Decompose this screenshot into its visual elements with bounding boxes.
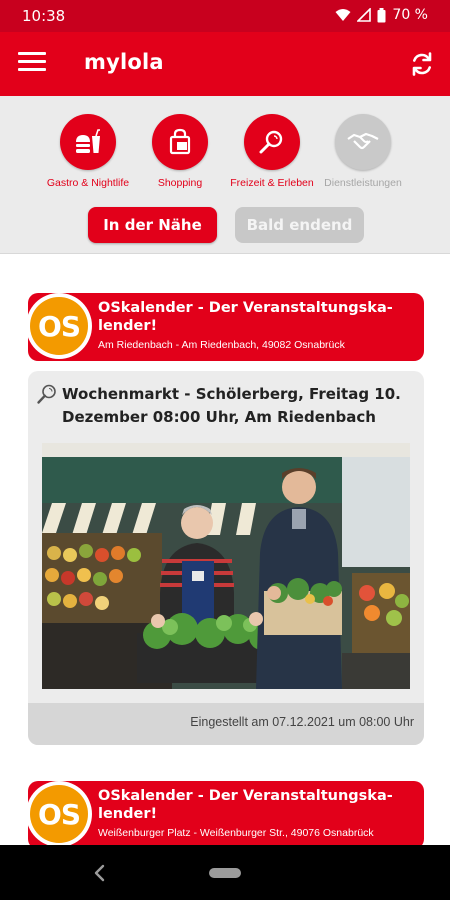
home-button[interactable]	[209, 868, 241, 878]
filter-ending-soon-button[interactable]: Bald endend	[235, 207, 364, 243]
category-gastro-nightlife[interactable]: Gastro & Nightlife	[38, 114, 138, 189]
handshake-icon	[335, 114, 391, 170]
magnifier-icon	[37, 384, 56, 404]
system-navigation-bar	[0, 845, 450, 900]
source-name: OSkalender - Der Veranstaltungska-lender…	[98, 300, 393, 334]
source-header[interactable]: OS OSkalender - Der Veranstaltungska-len…	[26, 293, 424, 361]
category-dienstleistungen[interactable]: Dienstleistungen	[313, 114, 413, 189]
source-address: Weißenburger Platz - Weißenburger Str., …	[98, 827, 374, 839]
filter-nearby-button[interactable]: In der Nähe	[88, 207, 217, 243]
category-freizeit-erleben[interactable]: Freizeit & Erleben	[222, 114, 322, 189]
magnifier-icon	[244, 114, 300, 170]
source-name: OSkalender - Der Veranstaltungska-lender…	[98, 788, 393, 822]
hamburger-menu-icon[interactable]	[18, 52, 46, 76]
event-photo[interactable]	[42, 443, 410, 689]
wifi-icon	[335, 9, 351, 21]
category-shopping[interactable]: Shopping	[130, 114, 230, 189]
source-address: Am Riedenbach - Am Riedenbach, 49082 Osn…	[98, 339, 345, 351]
refresh-icon[interactable]	[408, 50, 436, 78]
category-label: Dienstleistungen	[324, 177, 402, 189]
category-label: Freizeit & Erleben	[230, 177, 314, 189]
oskalender-logo: OS	[26, 781, 92, 845]
battery-percent: 70 %	[392, 7, 428, 23]
source-header[interactable]: OS OSkalender - Der Veranstaltungska-len…	[26, 781, 424, 845]
category-label: Shopping	[157, 177, 203, 189]
oskalender-logo: OS	[26, 293, 92, 359]
app-bar: mylola	[0, 32, 450, 96]
event-footer: Eingestellt am 07.12.2021 um 08:00 Uhr	[28, 703, 424, 745]
category-label: Gastro & Nightlife	[46, 177, 130, 189]
signal-icon	[357, 8, 372, 22]
status-time: 10:38	[22, 7, 66, 25]
feed-list[interactable]: OS OSkalender - Der Veranstaltungska-len…	[0, 255, 450, 845]
shopping-bag-icon	[152, 114, 208, 170]
status-bar: 10:38 70 %	[0, 0, 450, 32]
event-title: Wochenmarkt - Schölerberg, Freitag 10. D…	[62, 385, 401, 426]
burger-drink-icon	[60, 114, 116, 170]
category-bar: Gastro & Nightlife Shopping Freizeit & E…	[0, 96, 450, 254]
status-icons: 70 %	[335, 7, 428, 23]
event-card[interactable]: Wochenmarkt - Schölerberg, Freitag 10. D…	[28, 371, 424, 745]
app-title: mylola	[84, 50, 164, 74]
back-icon[interactable]	[88, 861, 112, 885]
event-posted-date: Eingestellt am 07.12.2021 um 08:00 Uhr	[190, 715, 414, 729]
battery-icon	[377, 7, 386, 22]
